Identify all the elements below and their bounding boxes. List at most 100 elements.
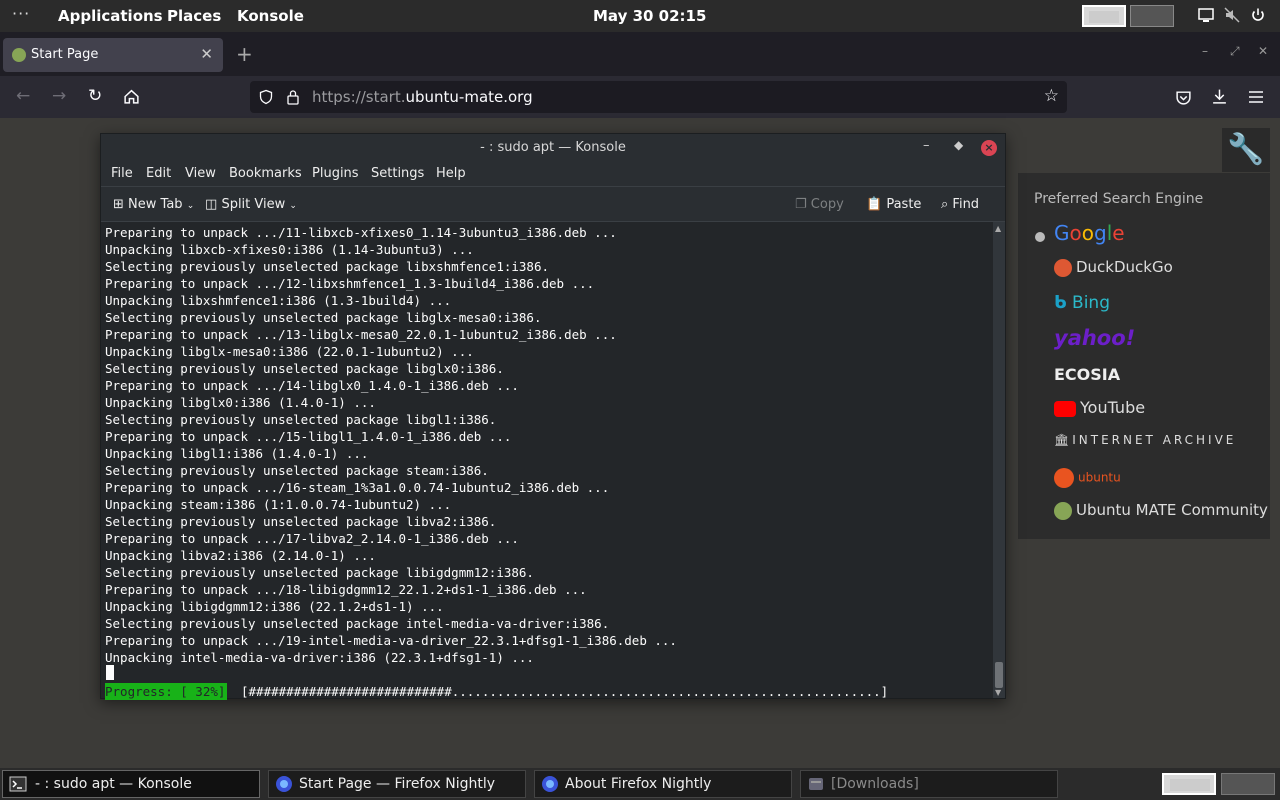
- bottom-workspace-1-preview: [1170, 779, 1210, 791]
- scroll-down-icon[interactable]: ▼: [995, 688, 1001, 697]
- home-icon[interactable]: [123, 88, 140, 105]
- new-tab-dropdown-icon[interactable]: ⌄: [187, 201, 195, 211]
- display-icon[interactable]: [1198, 7, 1214, 23]
- new-tab-plus-icon[interactable]: +: [236, 42, 253, 66]
- terminal-line: Selecting previously unselected package …: [105, 310, 542, 325]
- new-tab-button[interactable]: ⊞ New Tab ⌄: [113, 197, 194, 212]
- terminal-icon: [9, 776, 27, 792]
- settings-wrench-icon[interactable]: 🔧: [1222, 128, 1270, 172]
- terminal-line: Selecting previously unselected package …: [105, 259, 550, 274]
- top-panel: ··· Applications Places Konsole May 30 0…: [0, 0, 1280, 32]
- menu-view[interactable]: View: [185, 166, 216, 181]
- reload-icon[interactable]: ↻: [88, 86, 102, 106]
- tab-close-icon[interactable]: ✕: [200, 45, 213, 63]
- find-button[interactable]: ⌕ Find: [941, 197, 979, 212]
- taskbar-label: About Firefox Nightly: [565, 776, 712, 792]
- panel-menu-dots-icon[interactable]: ···: [12, 4, 30, 23]
- applications-menu[interactable]: Applications: [58, 7, 163, 25]
- taskbar-downloads[interactable]: [Downloads]: [800, 770, 1058, 798]
- menu-plugins[interactable]: Plugins: [312, 166, 359, 181]
- terminal-line: Unpacking libglx-mesa0:i386 (22.0.1-1ubu…: [105, 344, 474, 359]
- back-arrow-icon[interactable]: ←: [16, 86, 30, 106]
- engine-bing[interactable]: ᑲ Bing: [1054, 293, 1110, 319]
- progress-label: Progress: [ 32%]: [105, 683, 228, 700]
- paste-label: Paste: [886, 197, 922, 212]
- archive-building-icon: 🏛: [1054, 433, 1073, 447]
- scroll-up-icon[interactable]: ▲: [995, 224, 1001, 233]
- bottom-workspace-1[interactable]: [1162, 773, 1216, 795]
- pocket-icon[interactable]: [1175, 89, 1192, 106]
- engine-youtube[interactable]: YouTube: [1054, 398, 1145, 424]
- terminal-line: Unpacking libglx0:i386 (1.4.0-1) ...: [105, 395, 376, 410]
- terminal-scrollbar[interactable]: ▲ ▼: [993, 222, 1005, 698]
- engine-duckduckgo[interactable]: DuckDuckGo: [1054, 258, 1173, 284]
- menu-settings[interactable]: Settings: [371, 166, 424, 181]
- taskbar-label: - : sudo apt — Konsole: [35, 776, 192, 792]
- menu-edit[interactable]: Edit: [146, 166, 171, 181]
- window-minimize-icon[interactable]: –: [1202, 44, 1208, 58]
- konsole-app-menu[interactable]: Konsole: [237, 7, 304, 25]
- search-engine-heading: Preferred Search Engine: [1034, 191, 1204, 207]
- bookmark-star-icon[interactable]: ☆: [1044, 86, 1059, 106]
- taskbar-about-firefox[interactable]: About Firefox Nightly: [534, 770, 792, 798]
- new-tab-icon: ⊞: [113, 197, 124, 212]
- forward-arrow-icon[interactable]: →: [52, 86, 66, 106]
- volume-muted-icon[interactable]: [1224, 7, 1240, 23]
- taskbar-konsole[interactable]: - : sudo apt — Konsole: [2, 770, 260, 798]
- terminal-output[interactable]: Progress: [ 32%] [######################…: [101, 222, 993, 700]
- konsole-titlebar[interactable]: - : sudo apt — Konsole – ◆ ×: [101, 134, 1005, 162]
- scrollbar-thumb[interactable]: [995, 662, 1003, 688]
- engine-google[interactable]: Google: [1054, 221, 1125, 247]
- engine-label: yahoo!: [1054, 326, 1136, 350]
- taskbar-firefox-start-page[interactable]: Start Page — Firefox Nightly: [268, 770, 526, 798]
- shield-icon[interactable]: [258, 89, 274, 105]
- terminal-line: Unpacking libgl1:i386 (1.4.0-1) ...: [105, 446, 369, 461]
- konsole-close-icon[interactable]: ×: [981, 140, 997, 156]
- workspace-1[interactable]: [1082, 5, 1126, 27]
- terminal-line: Unpacking libxshmfence1:i386 (1.3-1build…: [105, 293, 452, 308]
- tab-start-page[interactable]: Start Page ✕: [3, 38, 223, 72]
- desktop: ··· Applications Places Konsole May 30 0…: [0, 0, 1280, 800]
- window-close-icon[interactable]: ✕: [1258, 44, 1268, 58]
- engine-internet-archive[interactable]: 🏛INTERNET ARCHIVE: [1054, 433, 1236, 459]
- clock[interactable]: May 30 02:15: [593, 7, 706, 25]
- terminal-line: Selecting previously unselected package …: [105, 361, 504, 376]
- konsole-minimize-icon[interactable]: –: [923, 138, 930, 153]
- split-view-dropdown-icon[interactable]: ⌄: [289, 201, 297, 211]
- konsole-title: - : sudo apt — Konsole: [480, 140, 626, 155]
- konsole-maximize-icon[interactable]: ◆: [954, 138, 963, 152]
- hamburger-menu-icon[interactable]: [1248, 89, 1264, 105]
- terminal-line: Preparing to unpack .../12-libxshmfence1…: [105, 276, 595, 291]
- lock-icon[interactable]: [286, 89, 300, 105]
- engine-label: DuckDuckGo: [1076, 258, 1173, 276]
- konsole-toolbar: ⊞ New Tab ⌄ ◫ Split View ⌄ ❐ Copy 📋 Past…: [101, 186, 1005, 222]
- url-bar[interactable]: https://start.ubuntu-mate.org ☆: [250, 81, 1067, 113]
- menu-help[interactable]: Help: [436, 166, 466, 181]
- power-icon[interactable]: [1250, 7, 1266, 23]
- engine-ubuntu-mate-community[interactable]: Ubuntu MATE Community: [1054, 501, 1268, 527]
- engine-askubuntu[interactable]: ubuntu: [1054, 468, 1121, 494]
- engine-ecosia[interactable]: ECOSIA: [1054, 365, 1120, 391]
- menu-file[interactable]: File: [111, 166, 133, 181]
- taskbar-label: [Downloads]: [831, 776, 919, 792]
- menu-bookmarks[interactable]: Bookmarks: [229, 166, 302, 181]
- paste-button[interactable]: 📋 Paste: [866, 197, 921, 212]
- askubuntu-icon: [1054, 468, 1074, 488]
- places-menu[interactable]: Places: [167, 7, 221, 25]
- downloads-folder-icon: [809, 778, 823, 790]
- konsole-menubar: File Edit View Bookmarks Plugins Setting…: [101, 162, 1005, 186]
- terminal-line: Selecting previously unselected package …: [105, 565, 534, 580]
- engine-label: ECOSIA: [1054, 365, 1121, 384]
- terminal-line: Preparing to unpack .../17-libva2_2.14.0…: [105, 531, 519, 546]
- engine-yahoo[interactable]: yahoo!: [1054, 326, 1135, 352]
- split-view-button[interactable]: ◫ Split View ⌄: [205, 197, 297, 212]
- terminal-line: Preparing to unpack .../18-libigdgmm12_2…: [105, 582, 587, 597]
- terminal-line: Selecting previously unselected package …: [105, 463, 489, 478]
- terminal-cursor: [106, 665, 114, 680]
- workspace-2[interactable]: [1130, 5, 1174, 27]
- copy-button[interactable]: ❐ Copy: [795, 197, 844, 212]
- window-restore-icon[interactable]: ⤢: [1230, 44, 1240, 59]
- bottom-workspace-2[interactable]: [1221, 773, 1275, 795]
- downloads-icon[interactable]: [1211, 88, 1228, 105]
- terminal-line: Unpacking libva2:i386 (2.14.0-1) ...: [105, 548, 376, 563]
